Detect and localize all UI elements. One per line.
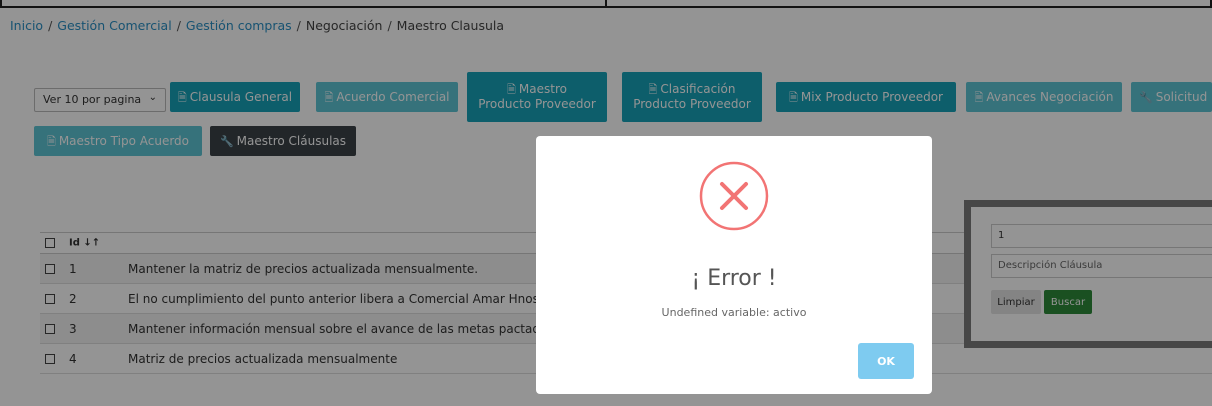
error-x-icon (699, 161, 769, 231)
dialog-message: Undefined variable: activo (661, 306, 807, 319)
ok-button[interactable]: OK (858, 343, 914, 379)
dialog-title: ¡ Error ! (691, 266, 777, 291)
error-dialog: ¡ Error ! Undefined variable: activo OK (536, 136, 932, 394)
